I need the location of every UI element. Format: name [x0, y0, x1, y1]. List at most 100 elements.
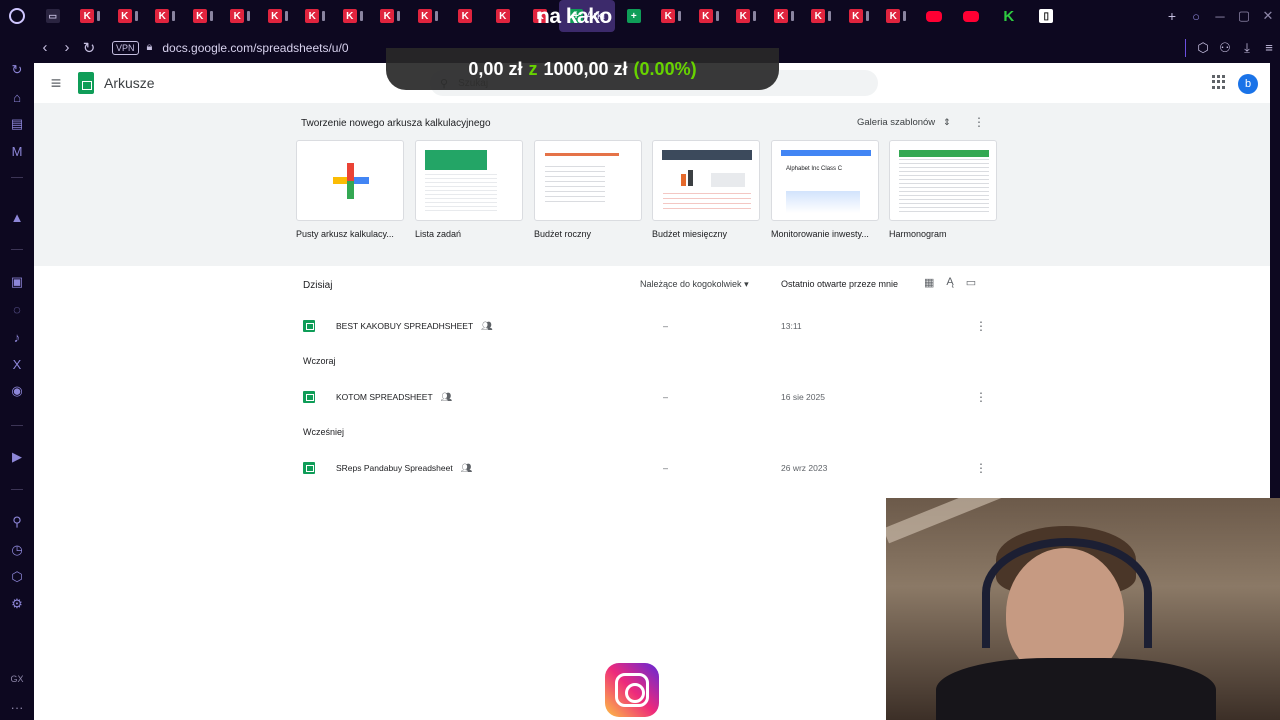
sheets-favicon-icon: +: [626, 9, 641, 23]
sidebar-aria-icon[interactable]: ▲: [8, 208, 26, 226]
avatar[interactable]: b: [1238, 74, 1258, 94]
forward-icon[interactable]: ›: [56, 32, 78, 63]
tab-kakobuy[interactable]: K: [728, 0, 766, 32]
template-blank[interactable]: Pusty arkusz kalkulacy...: [296, 140, 404, 239]
tab-kakobuy[interactable]: K: [765, 0, 803, 32]
lock-icon[interactable]: 🔒︎: [147, 41, 153, 54]
reload-icon[interactable]: ↻: [78, 32, 100, 63]
app-name[interactable]: Arkusze: [104, 75, 155, 91]
sidebar-messenger-icon[interactable]: ◌: [8, 300, 26, 318]
sidebar-history-icon[interactable]: ◷: [8, 541, 26, 559]
kakobuy-favicon-icon: K: [230, 9, 245, 23]
sheets-logo-icon[interactable]: [78, 72, 94, 94]
sort-order-button[interactable]: Ostatnio otwarte przeze mnie: [781, 279, 898, 289]
tab-kakobuy[interactable]: K: [409, 0, 447, 32]
tab-kakobuy[interactable]: K: [653, 0, 691, 32]
template-schedule[interactable]: Harmonogram: [889, 140, 997, 239]
sidebar-bag-icon[interactable]: ⌂: [8, 88, 26, 106]
file-row[interactable]: SReps Pandabuy Spreadsheet 👥︎ – 26 wrz 2…: [303, 458, 993, 478]
tab-kakobuy[interactable]: K: [878, 0, 916, 32]
shared-people-icon: 👥︎: [481, 320, 493, 331]
sidebar-x-icon[interactable]: X: [8, 355, 26, 373]
sidebar-discord-icon[interactable]: ◉: [8, 382, 26, 400]
template-annual-budget[interactable]: Budżet roczny: [534, 140, 642, 239]
template-label: Harmonogram: [889, 229, 947, 239]
tab-sheets[interactable]: +: [615, 0, 653, 32]
tab-document[interactable]: ▯: [1028, 0, 1066, 32]
tab-kakobuy[interactable]: K: [334, 0, 372, 32]
browser-sidebar: ↻ ⌂ ▤ M ▲ ▣ ◌ ♪ X ◉ ▶ ⚲ ◷ ⬡ ⚙ GX ···: [0, 32, 34, 720]
sidebar-more-icon[interactable]: ···: [8, 698, 26, 716]
sidebar-player-icon[interactable]: ▶: [8, 448, 26, 466]
file-row[interactable]: KOTOM SPREADSHEET 👥︎ – 16 sie 2025 ⋮: [303, 387, 993, 407]
kakobuy-favicon-icon: K: [305, 9, 320, 23]
tab-kakobuy[interactable]: K: [690, 0, 728, 32]
sidebar-pin-icon[interactable]: ⚲: [8, 513, 26, 531]
row-more-icon[interactable]: ⋮: [975, 461, 987, 475]
search-tabs-icon[interactable]: ○: [1184, 0, 1208, 32]
tab-youtube[interactable]: [915, 0, 953, 32]
tab-kakobuy[interactable]: K: [147, 0, 185, 32]
file-owner: –: [663, 321, 669, 331]
sidebar-mail-icon[interactable]: M: [8, 142, 26, 160]
sidebar-twitch-icon[interactable]: ▣: [8, 273, 26, 291]
extensions-icon[interactable]: ⬡: [1192, 32, 1214, 63]
sort-az-icon[interactable]: Ą: [946, 276, 953, 289]
back-icon[interactable]: ‹: [34, 32, 56, 63]
sidebar-tiktok-icon[interactable]: ♪: [8, 328, 26, 346]
minimize-icon[interactable]: ─: [1208, 0, 1232, 32]
close-window-icon[interactable]: ✕: [1256, 0, 1280, 32]
template-todo-list[interactable]: Lista zadań: [415, 140, 523, 239]
sheet-file-icon: [303, 320, 315, 332]
tab-kakobuy-green[interactable]: K: [990, 0, 1028, 32]
tab-kakobuy[interactable]: K: [372, 0, 410, 32]
tab-kakobuy[interactable]: K: [297, 0, 335, 32]
google-apps-icon[interactable]: [1212, 75, 1226, 89]
tab-kakobuy[interactable]: K: [803, 0, 841, 32]
tab-kakobuy[interactable]: K: [109, 0, 147, 32]
sidebar-gx-badge[interactable]: GX: [8, 670, 26, 688]
tab-workspace[interactable]: ▭: [34, 0, 72, 32]
template-label: Monitorowanie inwesty...: [771, 229, 869, 239]
template-label: Pusty arkusz kalkulacy...: [296, 229, 394, 239]
tab-kakobuy[interactable]: K: [259, 0, 297, 32]
shared-people-icon: 👥︎: [460, 462, 473, 473]
tab-kakobuy[interactable]: K: [484, 0, 522, 32]
new-tab-plus-icon[interactable]: +: [1160, 0, 1184, 32]
sidebar-speed-dial-icon[interactable]: ↻: [8, 61, 26, 79]
folder-picker-icon[interactable]: ▭: [966, 276, 976, 289]
kakobuy-favicon-icon: K: [495, 9, 510, 23]
sidebar-grid-icon[interactable]: ▤: [8, 115, 26, 133]
tab-kakobuy[interactable]: K: [447, 0, 485, 32]
template-section-title: Tworzenie nowego arkusza kalkulacyjnego: [301, 118, 491, 129]
template-investment-tracker[interactable]: Alphabet Inc Class C Monitorowanie inwes…: [771, 140, 879, 239]
template-monthly-budget[interactable]: Budżet miesięczny: [652, 140, 760, 239]
template-more-icon[interactable]: ⋮: [973, 115, 985, 129]
tab-youtube[interactable]: [953, 0, 991, 32]
row-more-icon[interactable]: ⋮: [975, 390, 987, 404]
profile-icon[interactable]: ⚇: [1214, 32, 1236, 63]
grid-view-icon[interactable]: ▦: [924, 276, 934, 289]
tab-kakobuy[interactable]: K: [840, 0, 878, 32]
tab-kakobuy[interactable]: K: [72, 0, 110, 32]
sheet-file-icon: [303, 462, 315, 474]
main-menu-icon[interactable]: ≡: [34, 73, 78, 94]
sidebar-settings-icon[interactable]: ⚙: [8, 595, 26, 613]
vpn-badge[interactable]: VPN: [112, 40, 139, 55]
template-gallery-button[interactable]: Galeria szablonów ⇕: [857, 117, 951, 128]
sidebar-extensions-icon[interactable]: ⬡: [8, 568, 26, 586]
tab-strip: K K K K K K K K K K K K K + Arkι + K K K …: [72, 0, 1161, 32]
maximize-icon[interactable]: ▢: [1232, 0, 1256, 32]
template-gallery: Tworzenie nowego arkusza kalkulacyjnego …: [34, 103, 1270, 266]
file-row[interactable]: BEST KAKOBUY SPREADHSHEET 👥︎ – 13:11 ⋮: [303, 316, 993, 336]
url-field[interactable]: docs.google.com/spreadsheets/u/0: [162, 41, 348, 55]
template-gallery-label: Galeria szablonów: [857, 117, 936, 128]
menu-more-icon[interactable]: ≡: [1258, 32, 1280, 63]
owner-filter-dropdown[interactable]: Należące do kogokolwiek ▾: [640, 279, 749, 290]
browser-menu-logo-icon[interactable]: [0, 0, 34, 32]
tab-kakobuy[interactable]: K: [184, 0, 222, 32]
downloads-icon[interactable]: ⤓: [1236, 32, 1258, 63]
tab-kakobuy[interactable]: K: [222, 0, 260, 32]
kakobuy-favicon-icon: K: [417, 9, 432, 23]
row-more-icon[interactable]: ⋮: [975, 319, 987, 333]
